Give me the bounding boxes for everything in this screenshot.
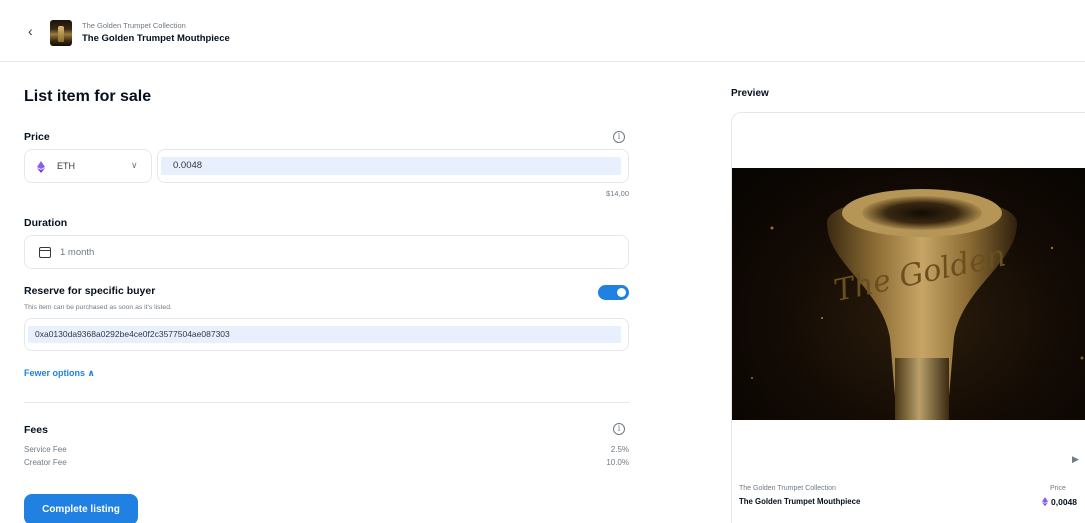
duration-value: 1 month xyxy=(60,247,95,258)
buyer-address-input[interactable]: 0xa0130da9368a0292be4ce0f2c3577504ae0873… xyxy=(24,318,629,351)
fee-row-service: Service Fee 2.5% xyxy=(24,445,629,454)
reserve-label: Reserve for specific buyer xyxy=(24,285,156,297)
fee-name: Service Fee xyxy=(24,445,67,454)
currency-value: ETH xyxy=(57,161,75,171)
fees-label: Fees xyxy=(24,424,48,436)
fee-name: Creator Fee xyxy=(24,458,67,467)
price-label: Price xyxy=(24,131,50,143)
back-button[interactable]: ‹ xyxy=(28,22,42,40)
item-name: The Golden Trumpet Mouthpiece xyxy=(82,33,230,44)
preview-collection-name: The Golden Trumpet Collection xyxy=(739,485,836,492)
eth-icon xyxy=(37,161,45,173)
buyer-address-value: 0xa0130da9368a0292be4ce0f2c3577504ae0873… xyxy=(35,329,230,339)
fee-row-creator: Creator Fee 10.0% xyxy=(24,458,629,467)
fee-value: 10.0% xyxy=(606,458,629,467)
reserve-description: This item can be purchased as soon as it… xyxy=(24,304,172,311)
usd-value: $14,00 xyxy=(606,189,629,198)
chevron-up-icon: ∧ xyxy=(87,368,95,378)
preview-card[interactable]: The Golden ▶ The Golden Trumpet Collecti… xyxy=(731,112,1085,523)
collection-name[interactable]: The Golden Trumpet Collection xyxy=(82,21,186,30)
item-image: The Golden xyxy=(732,168,1085,420)
duration-select[interactable]: 1 month xyxy=(24,235,629,269)
reserve-toggle[interactable] xyxy=(598,285,629,300)
preview-price: 0,0048 xyxy=(1042,497,1077,507)
divider xyxy=(24,402,629,403)
preview-price-label: Price xyxy=(1050,485,1066,492)
chevron-down-icon: ∨ xyxy=(131,160,138,170)
currency-select[interactable]: ETH ∨ xyxy=(24,149,152,183)
eth-icon xyxy=(1042,497,1048,506)
preview-price-value: 0,0048 xyxy=(1051,497,1077,507)
play-icon[interactable]: ▶ xyxy=(1072,454,1079,465)
fees-info-icon[interactable]: i xyxy=(613,423,625,435)
complete-listing-button[interactable]: Complete listing xyxy=(24,494,138,523)
top-bar: ‹ The Golden Trumpet Collection The Gold… xyxy=(0,0,1085,62)
fee-value: 2.5% xyxy=(610,445,629,454)
price-value: 0.0048 xyxy=(173,160,203,171)
preview-label: Preview xyxy=(731,88,769,99)
page-title: List item for sale xyxy=(24,88,152,105)
duration-label: Duration xyxy=(24,217,68,229)
preview-item-name: The Golden Trumpet Mouthpiece xyxy=(739,497,861,506)
fewer-options-label: Fewer options xyxy=(24,368,86,378)
mouthpiece-illustration: The Golden xyxy=(751,189,1084,420)
price-input[interactable]: 0.0048 xyxy=(157,149,629,183)
price-info-icon[interactable]: i xyxy=(613,131,625,143)
fewer-options-button[interactable]: Fewer options ∧ xyxy=(24,368,95,379)
buyer-address-fill: 0xa0130da9368a0292be4ce0f2c3577504ae0873… xyxy=(28,326,621,343)
calendar-icon xyxy=(39,247,51,258)
item-thumbnail xyxy=(50,20,72,46)
price-input-fill: 0.0048 xyxy=(161,157,621,175)
